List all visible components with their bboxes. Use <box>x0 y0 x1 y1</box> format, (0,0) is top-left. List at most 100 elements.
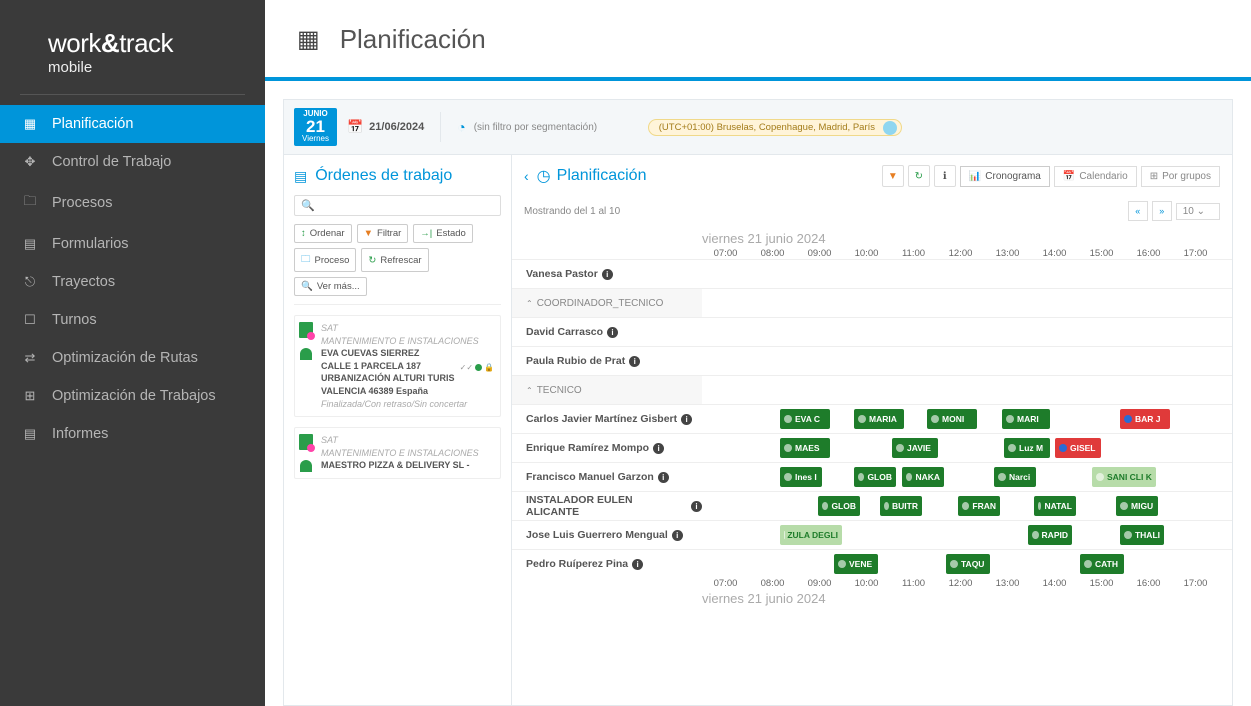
person-row: Carlos Javier Martínez Gisbert iEVA CMAR… <box>512 404 1232 433</box>
sidebar: work&track mobile ▦Planificación✥Control… <box>0 0 265 706</box>
nav-icon: ✥ <box>22 154 38 170</box>
hour-label: 09:00 <box>796 248 843 259</box>
filter-tool[interactable]: ▼ <box>882 165 904 187</box>
order-card[interactable]: SATMANTENIMIENTO E INSTALACIONESMAESTRO … <box>294 427 501 479</box>
task-block[interactable]: RAPID <box>1028 525 1072 545</box>
info-icon[interactable]: i <box>607 327 618 338</box>
hour-label: 17:00 <box>1172 578 1219 589</box>
page-title: Planificación <box>340 24 486 55</box>
nav-label: Formularios <box>52 236 129 252</box>
chart-icon: 📊 <box>969 171 981 182</box>
order-card[interactable]: SATMANTENIMIENTO E INSTALACIONESEVA CUEV… <box>294 315 501 417</box>
nav-label: Planificación <box>52 116 133 132</box>
nav-item-0[interactable]: ▦ Planificación <box>0 105 265 143</box>
task-block[interactable]: VENE <box>834 554 878 574</box>
task-block[interactable]: Ines I <box>780 467 822 487</box>
segmentation-filter[interactable]: ◔ (sin filtro por segmentación) <box>457 119 597 135</box>
nav-item-7[interactable]: ⊞Optimización de Trabajos <box>0 377 265 415</box>
task-block[interactable]: BAR J <box>1120 409 1170 429</box>
task-block[interactable]: MARIA <box>854 409 904 429</box>
hour-label: 11:00 <box>890 578 937 589</box>
group-label[interactable]: ⌃ TECNICO <box>512 376 702 405</box>
task-block[interactable]: GLOB <box>854 467 896 487</box>
task-block[interactable]: JAVIE <box>892 438 938 458</box>
nav-icon: ▤ <box>22 236 38 252</box>
task-block[interactable]: SANI CLI K <box>1092 467 1156 487</box>
task-block[interactable]: MARI <box>1002 409 1050 429</box>
date-badge[interactable]: JUNIO 21 Viernes <box>294 108 337 146</box>
hour-label: 07:00 <box>702 248 749 259</box>
task-block[interactable]: MONI <box>927 409 977 429</box>
info-icon[interactable]: i <box>653 443 664 454</box>
task-block[interactable]: THALI <box>1120 525 1164 545</box>
nav-icon: 🗀 <box>22 192 38 214</box>
doc-badge-icon <box>299 322 313 338</box>
task-block[interactable]: GLOB <box>818 496 860 516</box>
info-icon[interactable]: i <box>632 559 643 570</box>
info-icon[interactable]: i <box>602 269 613 280</box>
search-input[interactable]: 🔍 <box>294 195 501 216</box>
state-button[interactable]: →|Estado <box>413 224 473 243</box>
tab-por-grupos[interactable]: ⊞Por grupos <box>1141 166 1220 187</box>
task-block[interactable]: CATH <box>1080 554 1124 574</box>
task-block[interactable]: EVA C <box>780 409 830 429</box>
nav-icon: ▦ <box>22 116 38 132</box>
task-block[interactable]: TAQU <box>946 554 990 574</box>
schedule-title: ◷Planificación <box>537 166 647 186</box>
info-icon[interactable]: i <box>629 356 640 367</box>
process-button[interactable]: 🗀Proceso <box>294 248 356 272</box>
nav-label: Optimización de Rutas <box>52 350 198 366</box>
record-count: Mostrando del 1 al 10 <box>524 206 620 217</box>
filter-button[interactable]: ▼Filtrar <box>357 224 409 243</box>
task-block[interactable]: MAES <box>780 438 830 458</box>
refresh-button[interactable]: ↻Refrescar <box>361 248 428 272</box>
info-icon[interactable]: i <box>681 414 692 425</box>
task-block[interactable]: GISEL <box>1055 438 1101 458</box>
timezone-badge[interactable]: (UTC+01:00) Bruselas, Copenhague, Madrid… <box>648 119 902 136</box>
task-block[interactable]: ZULA DEGLI <box>780 525 842 545</box>
person-name: Vanesa Pastor i <box>512 268 702 280</box>
info-icon[interactable]: i <box>658 472 669 483</box>
nav-item-3[interactable]: ▤ Formularios <box>0 225 265 263</box>
hour-label: 16:00 <box>1125 578 1172 589</box>
date-full[interactable]: 📅 21/06/2024 <box>347 119 424 135</box>
nav-item-2[interactable]: 🗀Procesos <box>0 181 265 225</box>
nav-icon: ⊞ <box>22 388 38 404</box>
task-block[interactable]: Narci <box>994 467 1036 487</box>
task-block[interactable]: FRAN <box>958 496 1000 516</box>
back-button[interactable]: ‹ <box>524 168 529 184</box>
status-dot-icon <box>1084 560 1092 568</box>
more-button[interactable]: 🔍Ver más... <box>294 277 367 296</box>
pager-first[interactable]: « <box>1128 201 1148 221</box>
task-block[interactable]: NAKA <box>902 467 944 487</box>
hour-label: 10:00 <box>843 248 890 259</box>
nav-item-6[interactable]: ⇄Optimización de Rutas <box>0 339 265 377</box>
info-icon[interactable]: i <box>672 530 683 541</box>
hour-label: 14:00 <box>1031 578 1078 589</box>
nav-item-1[interactable]: ✥ Control de Trabajo <box>0 143 265 181</box>
task-block[interactable]: BUITR <box>880 496 922 516</box>
refresh-tool[interactable]: ↻ <box>908 165 930 187</box>
lane <box>702 289 1232 317</box>
task-block[interactable]: Luz M <box>1004 438 1050 458</box>
status-dot-icon <box>1008 444 1016 452</box>
lane <box>702 376 1232 404</box>
nav-label: Trayectos <box>52 274 115 290</box>
info-tool[interactable]: ℹ <box>934 165 956 187</box>
nav-item-5[interactable]: ☐Turnos <box>0 301 265 339</box>
task-block[interactable]: MIGU <box>1116 496 1158 516</box>
nav-label: Control de Trabajo <box>52 154 171 170</box>
group-label[interactable]: ⌃ COORDINADOR_TECNICO <box>512 289 702 318</box>
pager-next[interactable]: » <box>1152 201 1172 221</box>
hour-label: 10:00 <box>843 578 890 589</box>
person-row: Pedro Ruíperez Pina iVENETAQUCATH <box>512 549 1232 578</box>
tab-cronograma[interactable]: 📊Cronograma <box>960 166 1050 187</box>
nav-item-8[interactable]: ▤Informes <box>0 415 265 453</box>
info-icon[interactable]: i <box>691 501 702 512</box>
person-name: Enrique Ramírez Mompo i <box>512 442 702 454</box>
sort-button[interactable]: ↕Ordenar <box>294 224 352 243</box>
nav-item-4[interactable]: ⎋Trayectos <box>0 263 265 301</box>
tab-calendario[interactable]: 📅Calendario <box>1054 166 1137 187</box>
page-size-select[interactable]: 10 ⌄ <box>1176 203 1220 220</box>
task-block[interactable]: NATAL <box>1034 496 1076 516</box>
